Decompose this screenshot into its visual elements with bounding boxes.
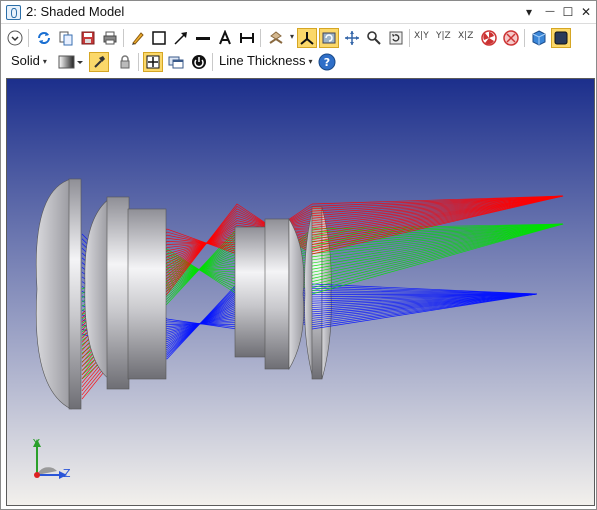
view-xz-button[interactable]: X|Z: [458, 31, 473, 41]
print-icon[interactable]: [100, 28, 120, 48]
lens-1-edge: [68, 178, 82, 410]
triad-z-label: Z: [63, 467, 71, 480]
window-copy-icon[interactable]: [166, 52, 186, 72]
pencil-icon[interactable]: [128, 28, 148, 48]
line-thickness-label: Line Thickness: [219, 53, 306, 68]
close-button[interactable]: ✕: [577, 3, 595, 21]
arrow-icon[interactable]: [171, 28, 191, 48]
lens-2-barrel: [106, 196, 130, 390]
title-bar: 2: Shaded Model ▾ — ☐ ✕: [1, 1, 596, 24]
reset-view-icon[interactable]: [386, 28, 406, 48]
lens-4-barrel: [234, 226, 268, 358]
stop-icon[interactable]: [501, 28, 521, 48]
rotate-model-icon[interactable]: [319, 28, 339, 48]
toolbar-main: ▾ X|Y Y|Z X|Z: [1, 25, 596, 51]
triad-origin: [34, 472, 40, 478]
rotate-view-dropdown-icon[interactable]: ▾: [290, 32, 294, 41]
copy-icon[interactable]: [56, 28, 76, 48]
toolbar-display: Solid ▾ Line Thickness ▾ ?: [1, 49, 596, 75]
rotate-view-icon[interactable]: [266, 28, 286, 48]
fan-icon[interactable]: [479, 28, 499, 48]
dimension-icon[interactable]: [237, 28, 257, 48]
text-icon[interactable]: [215, 28, 235, 48]
background-color-icon[interactable]: [58, 52, 84, 72]
help-icon[interactable]: ?: [317, 52, 337, 72]
chevron-down-icon[interactable]: [5, 28, 25, 48]
render-mode-label: Solid: [11, 53, 40, 68]
lock-icon[interactable]: [115, 52, 135, 72]
refresh-icon[interactable]: [34, 28, 54, 48]
shaded-model-viewport[interactable]: Y Z: [6, 78, 595, 506]
cube-icon[interactable]: [529, 28, 549, 48]
hammer-icon[interactable]: [89, 52, 109, 72]
triad-y-label: Y: [32, 437, 40, 450]
view-yz-button[interactable]: Y|Z: [436, 31, 451, 41]
svg-text:?: ?: [324, 56, 330, 69]
lens-6-edge: [311, 206, 323, 380]
pan-icon[interactable]: [342, 28, 362, 48]
maximize-button[interactable]: ☐: [559, 3, 577, 21]
layout-icon[interactable]: [551, 28, 571, 48]
render-mode-dropdown[interactable]: Solid ▾: [11, 53, 47, 68]
minimize-button[interactable]: —: [541, 3, 559, 21]
save-icon[interactable]: [78, 28, 98, 48]
axes-triad-icon[interactable]: [297, 28, 317, 48]
rectangle-icon[interactable]: [149, 28, 169, 48]
line-thickness-dropdown[interactable]: Line Thickness ▾: [219, 53, 313, 68]
lens-3-barrel: [127, 208, 167, 380]
app-icon: [6, 5, 21, 20]
zoom-icon[interactable]: [364, 28, 384, 48]
window-title: 2: Shaded Model: [26, 4, 125, 19]
shaded-model-window: 2: Shaded Model ▾ — ☐ ✕ ▾ X|Y Y|Z X|Z So…: [0, 0, 597, 510]
view-xy-button[interactable]: X|Y: [414, 31, 429, 41]
window-menu-button[interactable]: ▾: [520, 3, 538, 21]
line-icon[interactable]: [193, 28, 213, 48]
lens-5-barrel: [264, 218, 290, 370]
power-icon[interactable]: [189, 52, 209, 72]
fit-view-icon[interactable]: [143, 52, 163, 72]
